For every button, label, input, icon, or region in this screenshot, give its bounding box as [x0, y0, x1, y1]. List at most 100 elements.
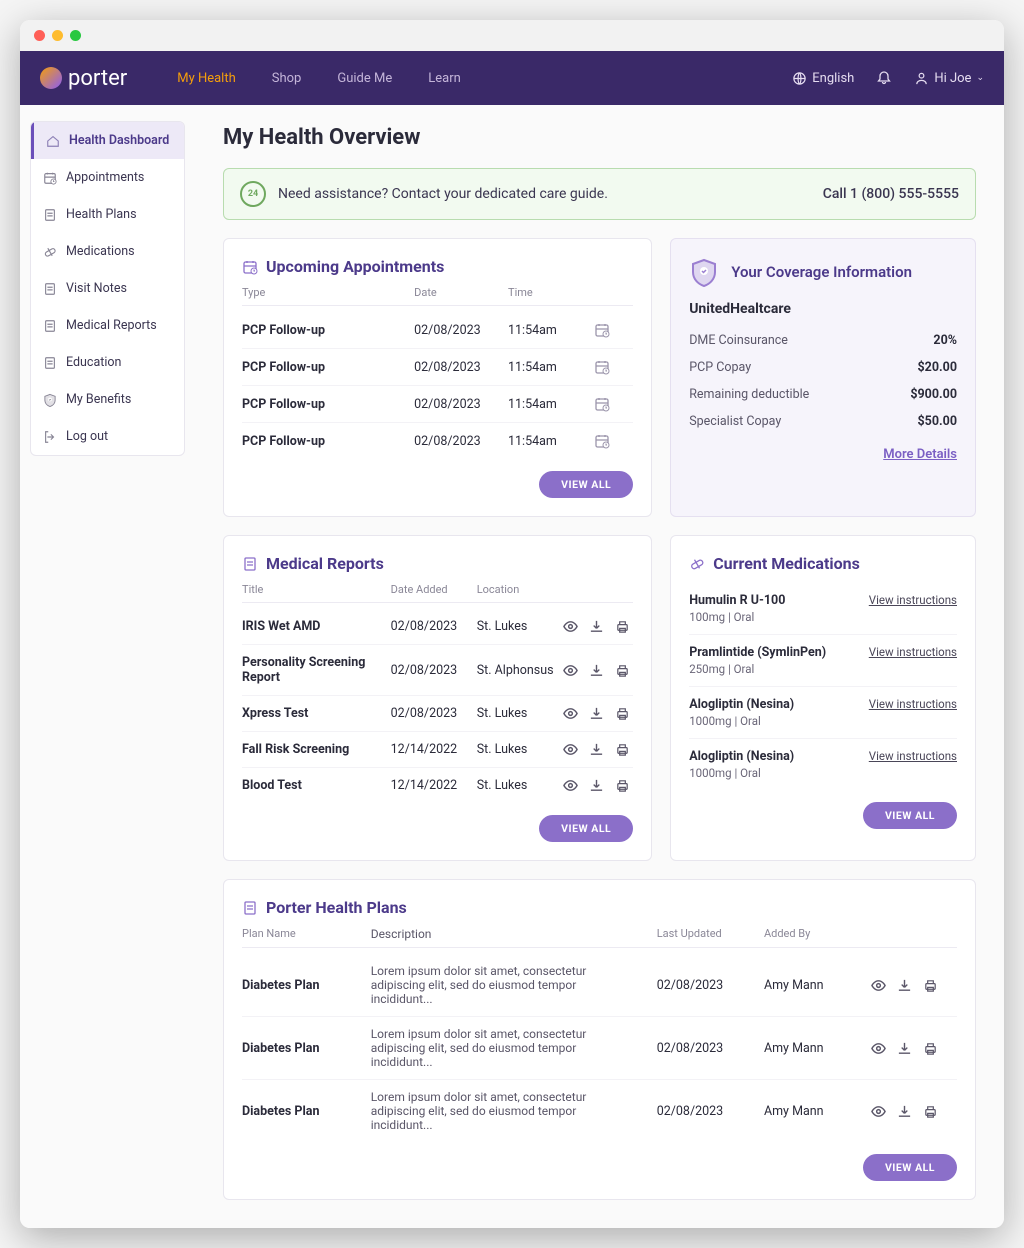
add-to-calendar-icon[interactable] [594, 359, 610, 375]
notifications-button[interactable] [876, 70, 892, 86]
view-icon[interactable] [563, 663, 578, 678]
view-instructions-link[interactable]: View instructions [869, 593, 957, 607]
report-date: 12/14/2022 [391, 742, 477, 757]
sidebar-item-health-plans[interactable]: Health Plans [31, 196, 184, 233]
view-icon[interactable] [871, 1041, 886, 1056]
view-icon[interactable] [563, 619, 578, 634]
primary-nav: My Health Shop Guide Me Learn [177, 71, 461, 86]
add-to-calendar-icon[interactable] [594, 322, 610, 338]
sidebar-item-education[interactable]: Education [31, 344, 184, 381]
view-instructions-link[interactable]: View instructions [869, 645, 957, 659]
appointment-row: PCP Follow-up 02/08/2023 11:54am [242, 386, 633, 423]
appointment-date: 02/08/2023 [414, 397, 508, 412]
more-details-link[interactable]: More Details [689, 447, 957, 462]
plan-name: Diabetes Plan [242, 978, 371, 993]
medical-reports-card: Medical Reports Title Date Added Locatio… [223, 535, 652, 861]
banner-phone: Call 1 (800) 555-5555 [823, 186, 959, 202]
minimize-dot[interactable] [52, 30, 63, 41]
view-icon[interactable] [563, 706, 578, 721]
row-appointments-coverage: Upcoming Appointments Type Date Time PCP… [223, 238, 976, 517]
doc-icon [43, 208, 57, 222]
print-icon[interactable] [615, 619, 630, 634]
sidebar-item-medical-reports[interactable]: Medical Reports [31, 307, 184, 344]
appointment-date: 02/08/2023 [414, 323, 508, 338]
sidebar-item-my-benefits[interactable]: My Benefits [31, 381, 184, 418]
coverage-label: Remaining deductible [689, 387, 809, 402]
view-instructions-link[interactable]: View instructions [869, 749, 957, 763]
doc-icon [43, 282, 57, 296]
report-location: St. Alphonsus [477, 663, 563, 678]
doc-icon [43, 356, 57, 370]
download-icon[interactable] [589, 778, 604, 793]
download-icon[interactable] [897, 978, 912, 993]
medication-name: Humulin R U-100 [689, 593, 785, 608]
sidebar-item-logout[interactable]: Log out [31, 418, 184, 455]
close-dot[interactable] [34, 30, 45, 41]
view-icon[interactable] [871, 1104, 886, 1119]
plan-row: Diabetes Plan Lorem ipsum dolor sit amet… [242, 954, 957, 1017]
print-icon[interactable] [923, 978, 938, 993]
medication-row: Pramlintide (SymlinPen) 250mg | Oral Vie… [689, 635, 957, 687]
download-icon[interactable] [897, 1104, 912, 1119]
language-switcher[interactable]: English [792, 71, 854, 86]
appointment-row: PCP Follow-up 02/08/2023 11:54am [242, 312, 633, 349]
sidebar-item-medications[interactable]: Medications [31, 233, 184, 270]
nav-shop[interactable]: Shop [272, 71, 302, 86]
coverage-row: DME Coinsurance 20% [689, 327, 957, 354]
nav-my-health[interactable]: My Health [177, 71, 236, 86]
sidebar-item-visit-notes[interactable]: Visit Notes [31, 270, 184, 307]
nav-learn[interactable]: Learn [428, 71, 461, 86]
card-title: Current Medications [689, 554, 957, 573]
print-icon[interactable] [923, 1104, 938, 1119]
sidebar-menu: Health Dashboard Appointments Health Pla… [30, 121, 185, 456]
report-row: Xpress Test 02/08/2023 St. Lukes [242, 696, 633, 732]
nav-guide-me[interactable]: Guide Me [337, 71, 392, 86]
add-to-calendar-icon[interactable] [594, 433, 610, 449]
coverage-provider: UnitedHealtcare [689, 301, 957, 317]
view-icon[interactable] [563, 778, 578, 793]
download-icon[interactable] [589, 663, 604, 678]
appointment-row: PCP Follow-up 02/08/2023 11:54am [242, 349, 633, 386]
print-icon[interactable] [615, 706, 630, 721]
maximize-dot[interactable] [70, 30, 81, 41]
print-icon[interactable] [615, 742, 630, 757]
top-nav-bar: porter My Health Shop Guide Me Learn Eng… [20, 51, 1004, 105]
main-content: My Health Overview 24 Need assistance? C… [195, 105, 1004, 1228]
card-title: Upcoming Appointments [242, 257, 633, 276]
appointment-time: 11:54am [508, 323, 594, 338]
sidebar: Health Dashboard Appointments Health Pla… [20, 105, 195, 1228]
coverage-row: Specialist Copay $50.00 [689, 408, 957, 435]
view-icon[interactable] [871, 978, 886, 993]
download-icon[interactable] [897, 1041, 912, 1056]
report-row: IRIS Wet AMD 02/08/2023 St. Lukes [242, 609, 633, 645]
download-icon[interactable] [589, 742, 604, 757]
window-titlebar [20, 20, 1004, 51]
coverage-value: 20% [933, 333, 957, 348]
plan-description: Lorem ipsum dolor sit amet, consectetur … [371, 1027, 657, 1069]
plan-updated: 02/08/2023 [657, 1104, 764, 1119]
print-icon[interactable] [923, 1041, 938, 1056]
home-icon [46, 134, 60, 148]
add-to-calendar-icon[interactable] [594, 396, 610, 412]
view-all-plans-button[interactable]: VIEW ALL [863, 1154, 957, 1181]
view-icon[interactable] [563, 742, 578, 757]
appointment-date: 02/08/2023 [414, 360, 508, 375]
view-all-appointments-button[interactable]: VIEW ALL [539, 471, 633, 498]
medication-row: Alogliptin (Nesina) 1000mg | Oral View i… [689, 687, 957, 739]
download-icon[interactable] [589, 619, 604, 634]
sidebar-item-health-dashboard[interactable]: Health Dashboard [31, 122, 184, 159]
sidebar-item-appointments[interactable]: Appointments [31, 159, 184, 196]
user-menu[interactable]: Hi Joe ⌄ [914, 71, 984, 86]
app-window: porter My Health Shop Guide Me Learn Eng… [20, 20, 1004, 1228]
brand-logo[interactable]: porter [40, 66, 127, 91]
medication-row: Alogliptin (Nesina) 1000mg | Oral View i… [689, 739, 957, 790]
view-all-medications-button[interactable]: VIEW ALL [863, 802, 957, 829]
download-icon[interactable] [589, 706, 604, 721]
view-instructions-link[interactable]: View instructions [869, 697, 957, 711]
coverage-value: $20.00 [918, 360, 957, 375]
view-all-reports-button[interactable]: VIEW ALL [539, 815, 633, 842]
report-title: Xpress Test [242, 706, 391, 721]
calendar-icon [43, 171, 57, 185]
print-icon[interactable] [615, 778, 630, 793]
print-icon[interactable] [615, 663, 630, 678]
